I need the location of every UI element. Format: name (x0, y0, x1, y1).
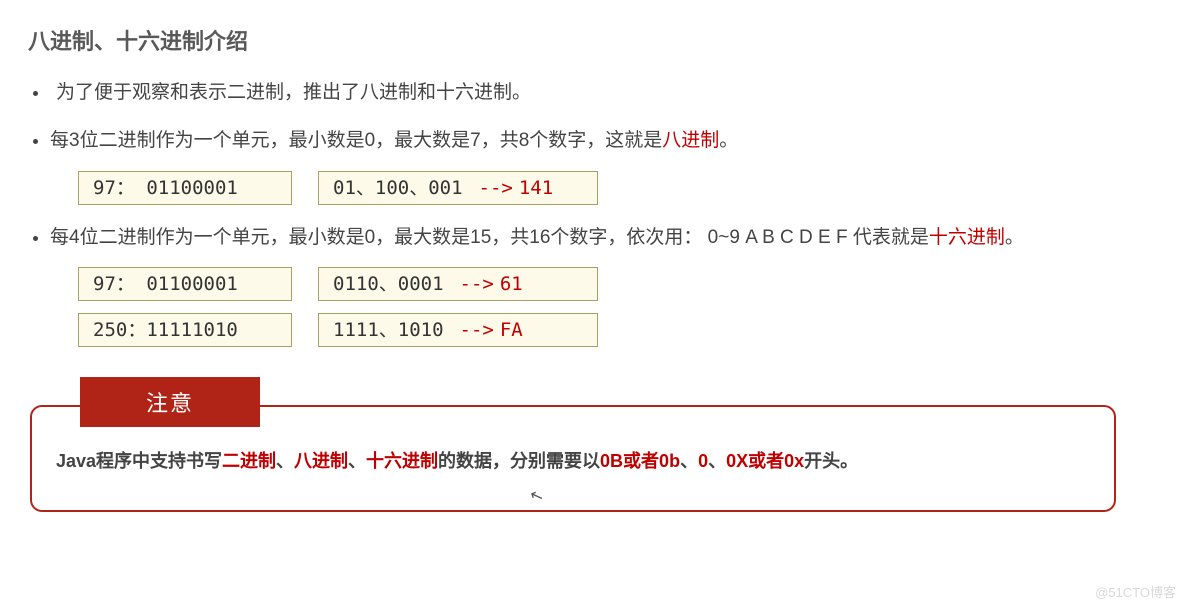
nt-12: 开头。 (804, 451, 858, 471)
octal-example-row: 97： 01100001 01、100、001 --> 141 (78, 171, 1156, 205)
bullet-octal-term: 八进制 (662, 130, 719, 151)
nt-8: 、 (680, 451, 698, 471)
hex-example-row-2: 250：11111010 1111、1010 --> FA (78, 313, 1156, 347)
section-heading: 八进制、十六进制介绍 (28, 24, 1156, 56)
nt-3: 八进制 (294, 451, 348, 471)
bullet-intro-text: 为了便于观察和表示二进制，推出了八进制和十六进制。 (50, 82, 531, 103)
octal-binary-box: 97： 01100001 (78, 171, 292, 205)
nt-1: 二进制 (222, 451, 276, 471)
hex-result-1: 61 (500, 269, 523, 299)
nt-6: 的数据，分别需要以 (438, 451, 600, 471)
arrow-icon: --> (460, 315, 494, 345)
bullet-octal-pre: 每3位二进制作为一个单元，最小数是0，最大数是7，共8个数字，这就是 (50, 130, 662, 151)
bullet-list: 为了便于观察和表示二进制，推出了八进制和十六进制。 每3位二进制作为一个单元，最… (28, 78, 1156, 347)
nt-2: 、 (276, 451, 294, 471)
nt-11: 0X或者0x (726, 451, 804, 471)
nt-9: 0 (698, 451, 708, 471)
notice-badge: 注意 (80, 377, 260, 427)
hex-result-2: FA (500, 315, 523, 345)
hex-grouped-bits-1: 0110、0001 (333, 269, 444, 299)
nt-5: 十六进制 (366, 451, 438, 471)
nt-7: 0B或者0b (600, 451, 680, 471)
octal-grouped-bits: 01、100、001 (333, 173, 463, 203)
octal-result: 141 (519, 173, 553, 203)
hex-example-row-1: 97： 01100001 0110、0001 --> 61 (78, 267, 1156, 301)
bullet-hex-post: 。 (1005, 227, 1024, 248)
hex-grouped-box-1: 0110、0001 --> 61 (318, 267, 598, 301)
bullet-intro: 为了便于观察和表示二进制，推出了八进制和十六进制。 (50, 78, 1156, 108)
arrow-icon: --> (479, 173, 513, 203)
slide-page: 八进制、十六进制介绍 为了便于观察和表示二进制，推出了八进制和十六进制。 每3位… (0, 0, 1184, 512)
bullet-hex-pre: 每4位二进制作为一个单元，最小数是0，最大数是15，共16个数字，依次用： 0~… (50, 227, 929, 248)
hex-binary-box-1: 97： 01100001 (78, 267, 292, 301)
notice-text: Java程序中支持书写二进制、八进制、十六进制的数据，分别需要以0B或者0b、0… (56, 447, 1090, 473)
bullet-hex: 每4位二进制作为一个单元，最小数是0，最大数是15，共16个数字，依次用： 0~… (50, 223, 1156, 347)
bullet-octal-post: 。 (719, 130, 738, 151)
nt-0: Java程序中支持书写 (56, 451, 222, 471)
notice-callout: 注意 Java程序中支持书写二进制、八进制、十六进制的数据，分别需要以0B或者0… (30, 377, 1116, 512)
hex-binary-box-2: 250：11111010 (78, 313, 292, 347)
hex-grouped-bits-2: 1111、1010 (333, 315, 444, 345)
nt-10: 、 (708, 451, 726, 471)
arrow-icon: --> (460, 269, 494, 299)
watermark: @51CTO博客 (1095, 582, 1176, 601)
nt-4: 、 (348, 451, 366, 471)
octal-grouped-box: 01、100、001 --> 141 (318, 171, 598, 205)
bullet-octal: 每3位二进制作为一个单元，最小数是0，最大数是7，共8个数字，这就是八进制。 9… (50, 126, 1156, 204)
bullet-hex-term: 十六进制 (929, 227, 1005, 248)
hex-grouped-box-2: 1111、1010 --> FA (318, 313, 598, 347)
